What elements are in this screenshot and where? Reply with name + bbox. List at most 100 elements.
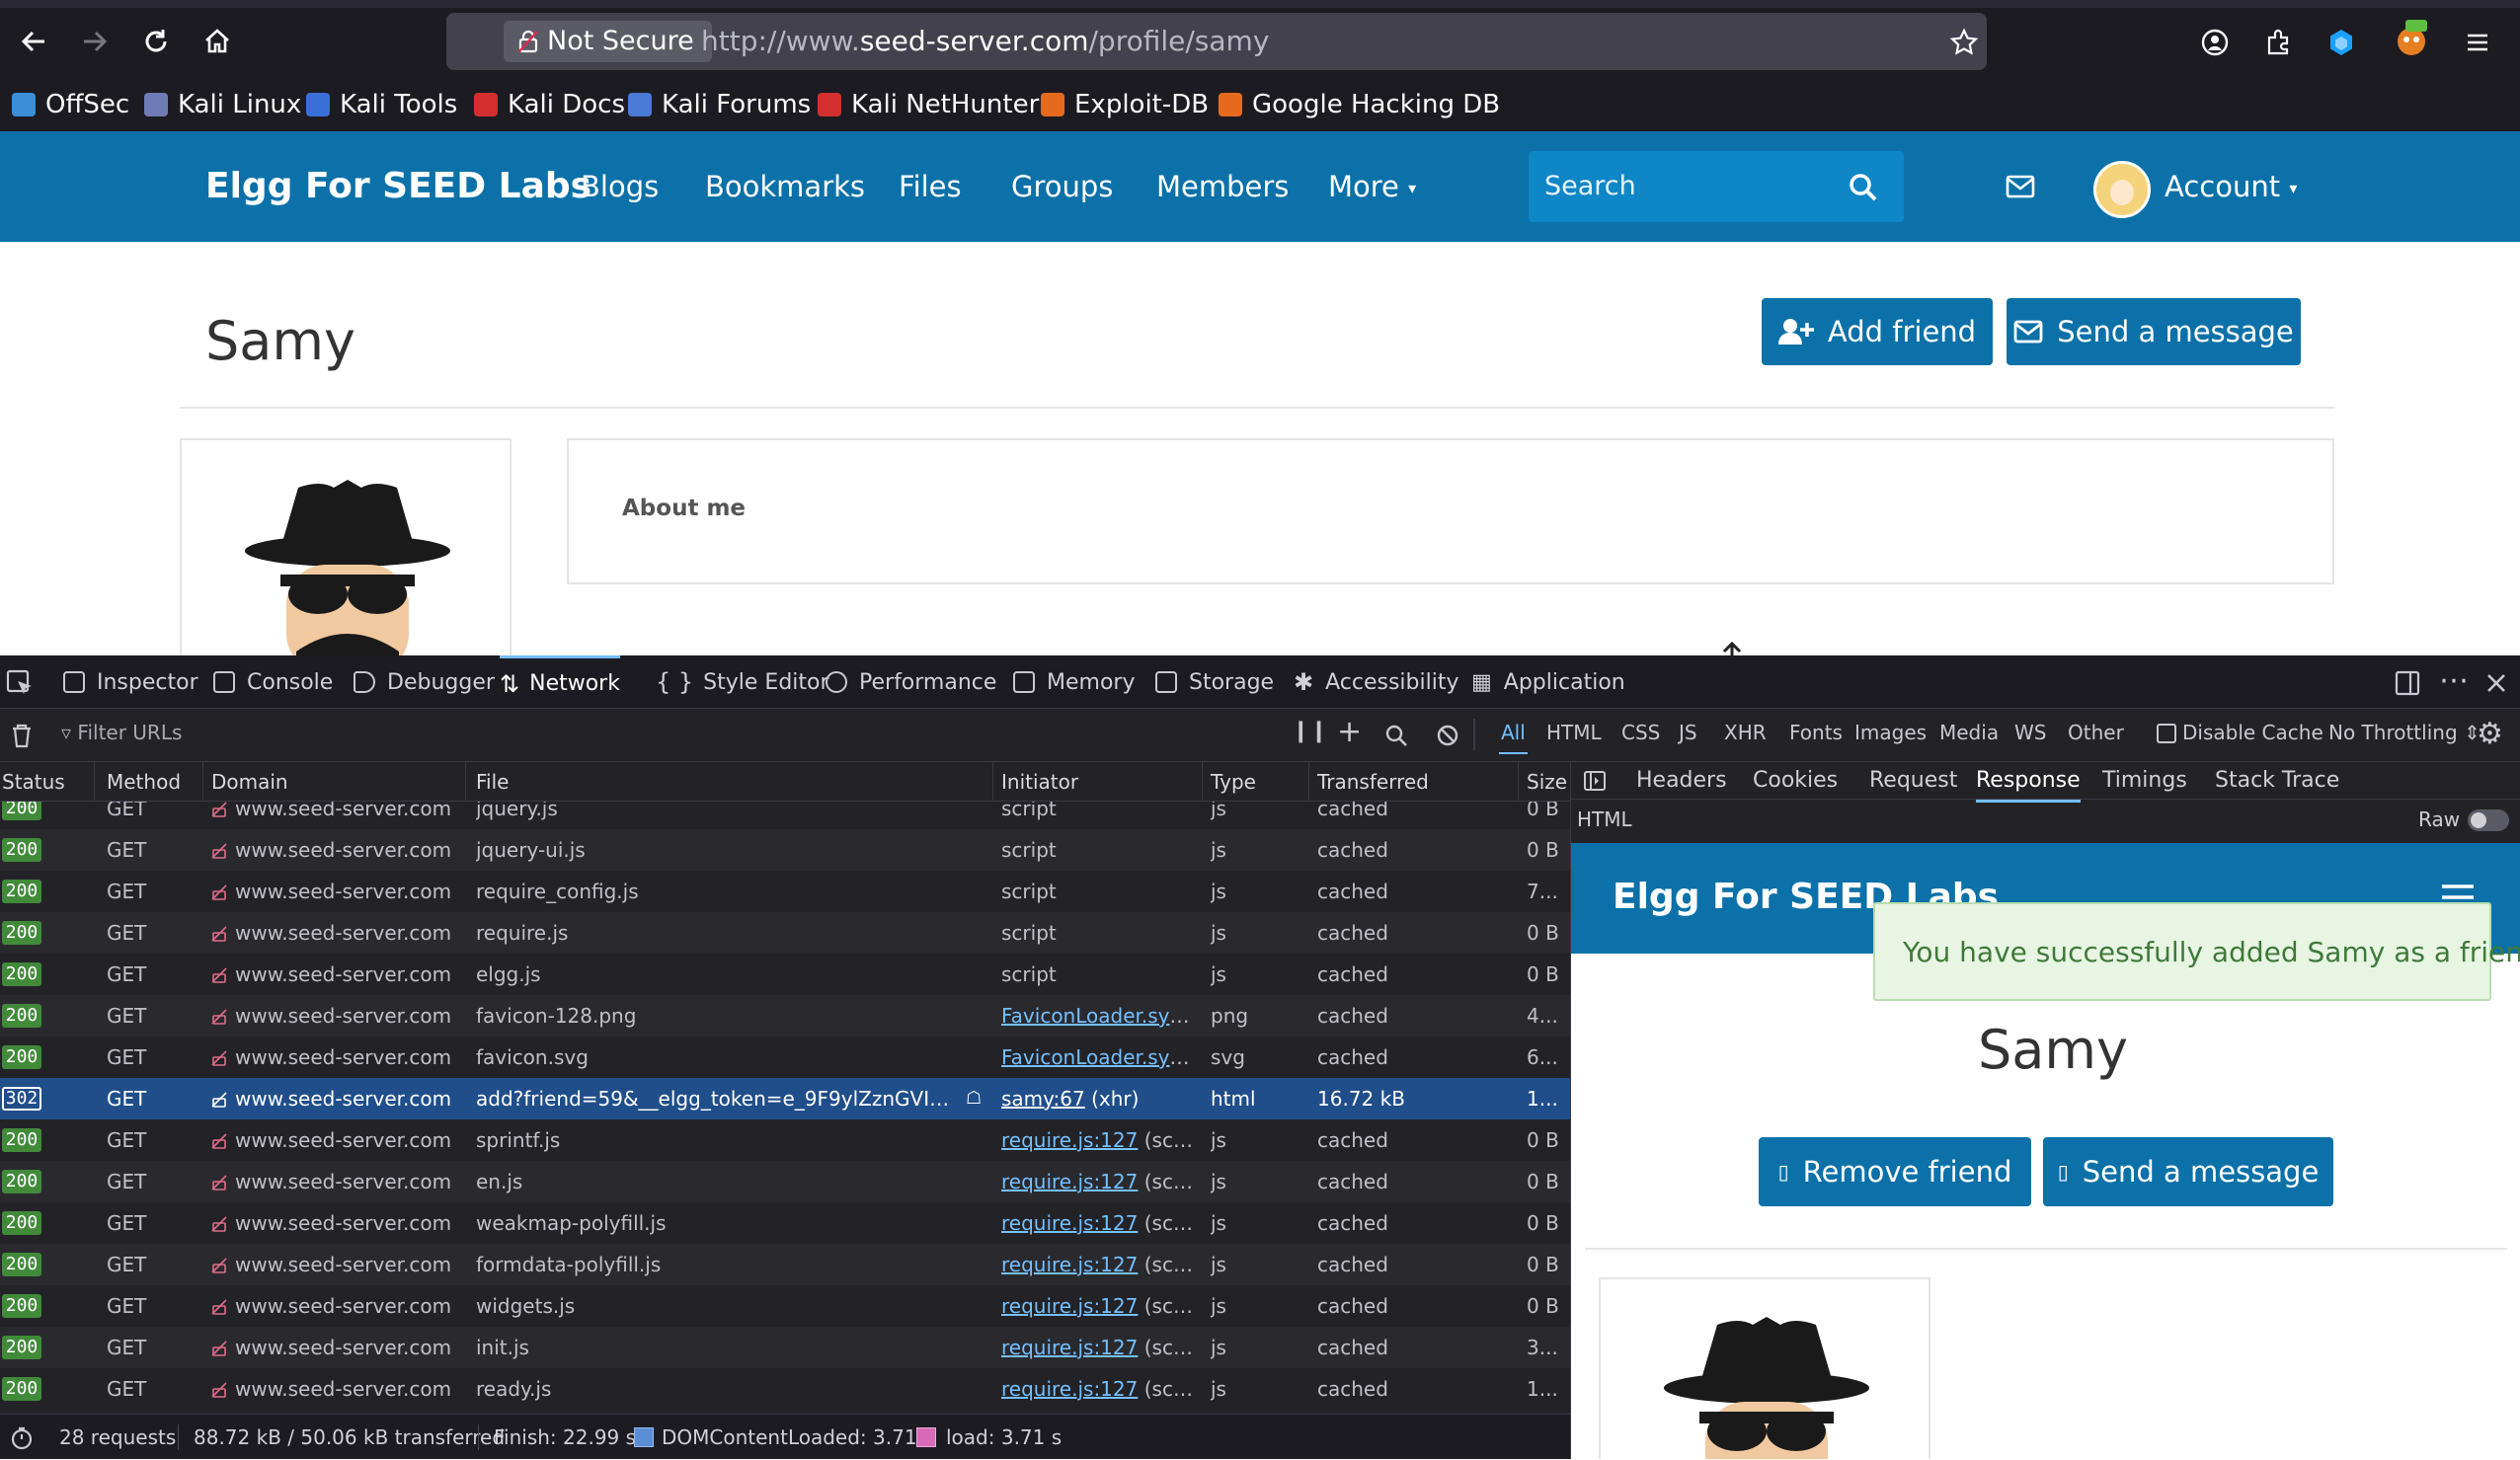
table-row[interactable]: 200 GET www.seed-server.com formdata-polyfi… [0,1244,1570,1285]
table-row[interactable]: 200 GET www.seed-server.com elgg.js script js… [0,954,1570,995]
initiator-cell[interactable]: require.js:127 (script) [1001,1368,1199,1410]
initiator-text[interactable]: require.js:127 [1001,1170,1138,1193]
bookmark-star-icon[interactable] [1949,28,1979,57]
initiator-cell[interactable]: script [1001,829,1199,871]
initiator-cell[interactable]: require.js:127 (script) [1001,1244,1199,1285]
filter-ws[interactable]: WS [2014,721,2046,744]
filter-fonts[interactable]: Fonts [1789,721,1843,744]
forward-button[interactable] [73,20,117,63]
initiator-text[interactable]: require.js:127 [1001,1211,1138,1235]
devtools-tab-console[interactable]: Console [213,655,333,709]
table-row[interactable]: 200 GET www.seed-server.com jquery-ui.js scr… [0,829,1570,871]
initiator-cell[interactable]: FaviconLoader.sys.... [1001,1037,1199,1078]
table-row[interactable]: 302 GET www.seed-server.com add?friend=59&_… [0,1078,1570,1119]
table-row[interactable]: 200 GET www.seed-server.com require_config.… [0,871,1570,912]
devtools-tab-debugger[interactable]: Debugger [354,655,495,709]
col-type[interactable]: Type [1205,762,1309,802]
disable-cache-checkbox[interactable]: Disable Cache [2157,721,2323,744]
burp-extension-icon[interactable] [2394,18,2429,59]
initiator-text[interactable]: require.js:127 [1001,1253,1138,1276]
bookmark-kali-nethunter[interactable]: Kali NetHunter [818,87,1039,122]
nav-blogs[interactable]: Blogs [581,131,659,242]
nav-more[interactable]: More ▾ [1328,131,1416,244]
tab-stack-trace[interactable]: Stack Trace [2215,762,2339,800]
devtools-tab-storage[interactable]: Storage [1155,655,1274,709]
reload-button[interactable] [134,20,178,63]
tab-cookies[interactable]: Cookies [1753,762,1838,800]
nav-groups[interactable]: Groups [1011,131,1113,242]
hamburger-menu-icon[interactable] [2463,28,2492,57]
filter-images[interactable]: Images [1854,721,1927,744]
tab-response[interactable]: Response [1976,762,2081,803]
col-method[interactable]: Method [101,762,203,802]
filter-other[interactable]: Other [2068,721,2124,744]
bookmark-kali-linux[interactable]: Kali Linux [144,87,301,122]
element-picker-icon[interactable] [6,669,34,697]
table-row[interactable]: 200 GET www.seed-server.com ready.js require… [0,1368,1570,1410]
table-row[interactable]: 200 GET www.seed-server.com favicon-128.png… [0,995,1570,1037]
initiator-text[interactable]: require.js:127 [1001,1377,1138,1401]
url-text[interactable]: http://www.seed-server.com/profile/samy [701,13,1269,70]
account-menu[interactable]: Account ▾ [2165,131,2297,244]
table-row[interactable]: 200 GET www.seed-server.com favicon.svg Favi… [0,1037,1570,1078]
initiator-text[interactable]: require.js:127 [1001,1336,1138,1359]
plus-icon[interactable]: + [1337,715,1362,749]
col-status[interactable]: Status [0,762,95,802]
initiator-text[interactable]: require.js:127 [1001,1128,1138,1152]
home-button[interactable] [196,20,239,63]
initiator-cell[interactable]: script [1001,871,1199,912]
bookmark-kali-tools[interactable]: Kali Tools [306,87,457,122]
avatar[interactable] [2093,161,2151,218]
devtools-tab-accessibility[interactable]: ✱ Accessibility [1294,655,1458,709]
send-message-button[interactable]: Send a message [2007,298,2301,365]
raw-toggle[interactable] [2468,809,2509,831]
filter-all[interactable]: All [1499,721,1528,754]
stopwatch-icon[interactable] [10,1426,34,1450]
table-row[interactable]: 200 GET www.seed-server.com sprintf.js requi… [0,1119,1570,1161]
devtools-tab-inspector[interactable]: Inspector [63,655,198,709]
col-transferred[interactable]: Transferred [1311,762,1519,802]
dock-side-icon[interactable] [2394,669,2421,697]
col-file[interactable]: File [470,762,993,802]
filter-html[interactable]: HTML [1546,721,1602,744]
table-row[interactable]: 200 GET www.seed-server.com en.js require.js… [0,1161,1570,1202]
devtools-tab-performance[interactable]: Performance [826,655,996,709]
devtools-tab-style-editor[interactable]: { } Style Editor [656,655,829,709]
initiator-cell[interactable]: require.js:127 (script) [1001,1285,1199,1327]
initiator-cell[interactable]: script [1001,954,1199,995]
settings-gear-icon[interactable]: ⚙ [2477,717,2503,751]
table-row[interactable]: 200 GET www.seed-server.com require.js scrip… [0,912,1570,954]
envelope-icon[interactable] [2005,173,2036,200]
nav-files[interactable]: Files [899,131,962,242]
initiator-cell[interactable]: samy:67 (xhr) [1001,1078,1199,1119]
bookmark-exploit-db[interactable]: Exploit-DB [1041,87,1209,122]
nav-bookmarks[interactable]: Bookmarks [705,131,865,242]
close-icon[interactable] [2484,671,2508,695]
initiator-cell[interactable]: FaviconLoader.sys.... [1001,995,1199,1037]
devtools-tab-memory[interactable]: Memory [1013,655,1135,709]
col-size[interactable]: Size [1521,762,1570,802]
filter-css[interactable]: CSS [1621,721,1660,744]
initiator-cell[interactable]: require.js:127 (script) [1001,1327,1199,1368]
table-row[interactable]: 200 GET www.seed-server.com weakmap-polyfil… [0,1202,1570,1244]
initiator-cell[interactable]: require.js:127 (script) [1001,1202,1199,1244]
initiator-cell[interactable]: script [1001,912,1199,954]
filter-js[interactable]: JS [1679,721,1697,744]
tab-request[interactable]: Request [1869,762,1957,800]
bookmark-kali-forums[interactable]: Kali Forums [628,87,811,122]
col-domain[interactable]: Domain [205,762,466,802]
initiator-text[interactable]: FaviconLoader.sys.... [1001,1004,1199,1028]
table-row[interactable]: 200 GET www.seed-server.com init.js require.… [0,1327,1570,1368]
back-button[interactable] [12,20,55,63]
site-brand[interactable]: Elgg For SEED Labs [205,131,591,242]
devtools-tab-network[interactable]: ⇅ Network [500,655,620,709]
filter-xhr[interactable]: XHR [1724,721,1767,744]
security-indicator[interactable]: Not Secure [504,21,712,62]
table-row[interactable]: 200 GET www.seed-server.com widgets.js requi… [0,1285,1570,1327]
pause-icon[interactable]: ❙❙ [1292,719,1328,743]
bookmark-google-hacking-db[interactable]: Google Hacking DB [1219,87,1500,122]
initiator-text[interactable]: samy:67 [1001,1087,1085,1111]
initiator-cell[interactable]: require.js:127 (script) [1001,1161,1199,1202]
filter-media[interactable]: Media [1939,721,1999,744]
initiator-cell[interactable]: require.js:127 (script) [1001,1119,1199,1161]
